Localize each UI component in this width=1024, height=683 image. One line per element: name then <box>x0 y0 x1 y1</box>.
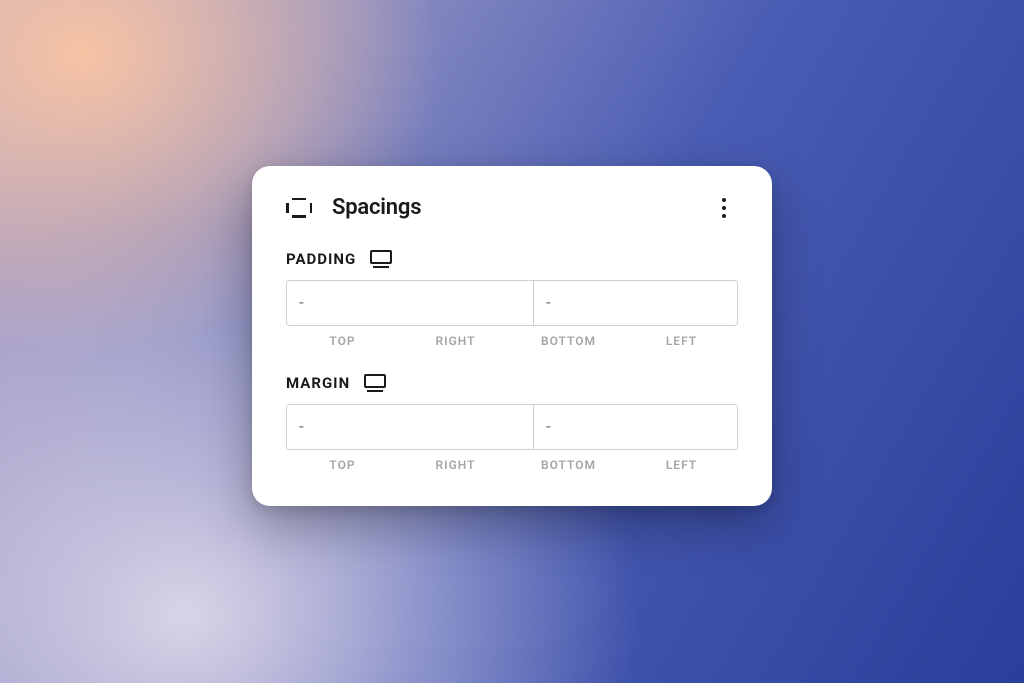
padding-top-input[interactable] <box>287 281 533 325</box>
margin-right-label: RIGHT <box>399 458 512 472</box>
spacings-icon <box>286 198 312 218</box>
padding-top-label: TOP <box>286 334 399 348</box>
panel-header: Spacings <box>286 194 738 222</box>
padding-inputs <box>286 280 738 326</box>
padding-section: PADDING TOP RIGHT BOTTOM LEFT <box>286 250 738 348</box>
panel-title: Spacings <box>332 195 421 220</box>
padding-header: PADDING <box>286 250 738 268</box>
margin-top-input[interactable] <box>287 405 533 449</box>
margin-inputs <box>286 404 738 450</box>
padding-sublabels: TOP RIGHT BOTTOM LEFT <box>286 334 738 348</box>
margin-sublabels: TOP RIGHT BOTTOM LEFT <box>286 458 738 472</box>
margin-left-label: LEFT <box>625 458 738 472</box>
margin-right-input[interactable] <box>533 405 738 449</box>
margin-top-label: TOP <box>286 458 399 472</box>
desktop-icon[interactable] <box>364 374 386 392</box>
more-options-button[interactable] <box>710 194 738 222</box>
padding-right-label: RIGHT <box>399 334 512 348</box>
padding-label: PADDING <box>286 250 356 268</box>
padding-left-label: LEFT <box>625 334 738 348</box>
padding-right-input[interactable] <box>533 281 738 325</box>
padding-bottom-label: BOTTOM <box>512 334 625 348</box>
spacings-panel: Spacings PADDING TOP RIGHT BOTTOM LEFT M… <box>252 166 772 506</box>
margin-label: MARGIN <box>286 374 350 392</box>
margin-bottom-label: BOTTOM <box>512 458 625 472</box>
margin-section: MARGIN TOP RIGHT BOTTOM LEFT <box>286 374 738 472</box>
margin-header: MARGIN <box>286 374 738 392</box>
desktop-icon[interactable] <box>370 250 392 268</box>
